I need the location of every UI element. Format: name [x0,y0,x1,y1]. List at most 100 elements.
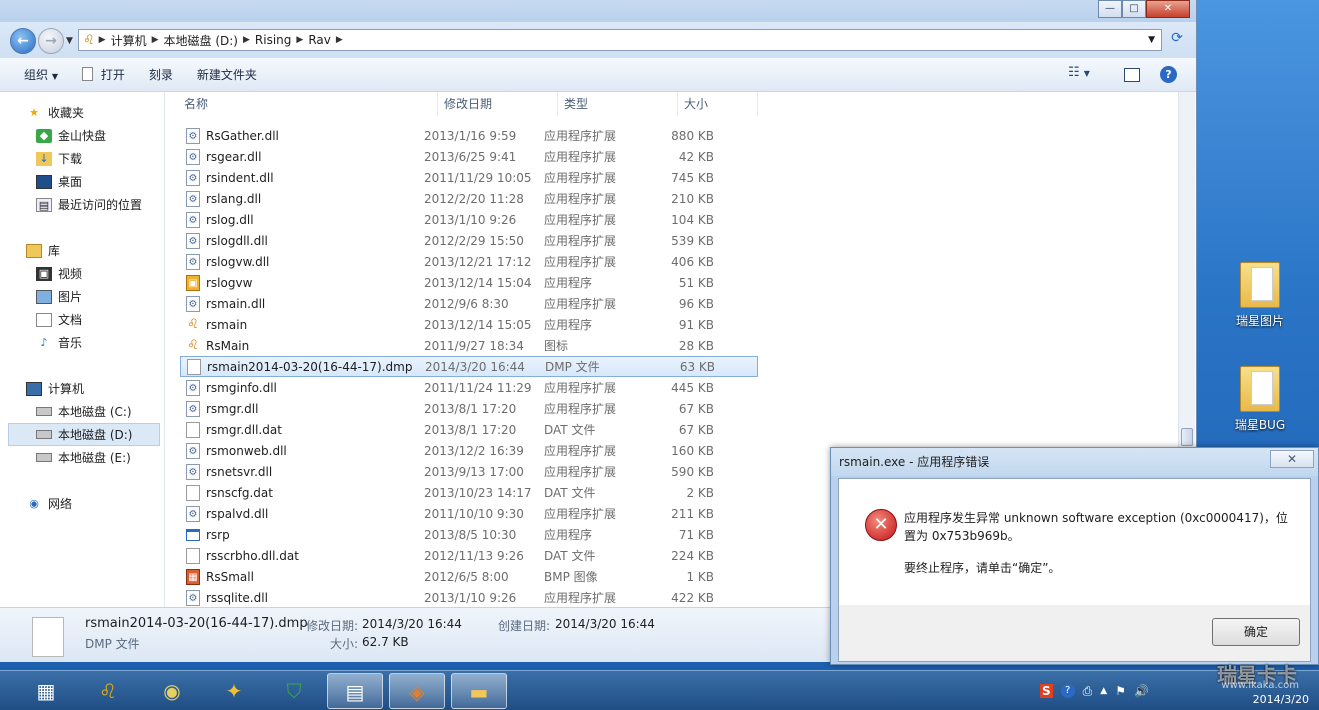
file-row[interactable]: rsmgr.dll.dat 2013/8/1 17:20 DAT 文件 67 KB [180,419,758,440]
file-row[interactable]: ⚙ RsGather.dll 2013/1/16 9:59 应用程序扩展 880 KB [180,125,758,146]
chevron-right-icon[interactable]: ▶ [336,35,343,45]
burn-button[interactable]: 刻录 [137,66,185,83]
taskbar-explorer-folder-icon[interactable]: ▬ [451,673,507,709]
organize-button[interactable]: 组织 ▼ [0,66,70,83]
breadcrumb-computer[interactable]: 计算机 [106,32,152,49]
file-row[interactable]: ⚙ rsmonweb.dll 2013/12/2 16:39 应用程序扩展 160 KB [180,440,758,461]
chevron-right-icon[interactable]: ▶ [243,35,250,45]
file-row[interactable]: ⚙ rsgear.dll 2013/6/25 9:41 应用程序扩展 42 KB [180,146,758,167]
column-header-date[interactable]: 修改日期 [438,92,558,116]
preview-pane-icon[interactable] [1124,68,1140,82]
details-size-value: 62.7 KB [362,635,409,649]
help-icon[interactable]: ? [1160,66,1177,83]
nav-network[interactable]: ◉ 网络 [0,492,164,515]
file-type: 应用程序 [544,318,593,332]
nav-pictures[interactable]: 图片 [0,285,164,308]
dialog-close-button[interactable]: ✕ [1270,450,1314,468]
file-row[interactable]: ▣ rslogvw 2013/12/14 15:04 应用程序 51 KB [180,272,758,293]
desktop-icon-rising-bug[interactable]: 瑞星BUG [1220,366,1300,433]
nav-recent-places[interactable]: ▤ 最近访问的位置 [0,193,164,216]
file-row[interactable]: ⚙ rsmgr.dll 2013/8/1 17:20 应用程序扩展 67 KB [180,398,758,419]
sogou-input-icon[interactable]: S [1040,684,1053,698]
file-row[interactable]: ⚙ rslog.dll 2013/1/10 9:26 应用程序扩展 104 KB [180,209,758,230]
bird-icon[interactable]: ✦ [206,673,262,709]
back-button[interactable]: ← [10,28,36,54]
lion-icon[interactable]: ♌ [80,673,136,709]
file-row[interactable]: ⚙ rslogvw.dll 2013/12/21 17:12 应用程序扩展 406 KB [180,251,758,272]
address-bar[interactable]: ♌ ▶ 计算机 ▶ 本地磁盘 (D:) ▶ Rising ▶ Rav ▶ ▼ [78,29,1162,51]
network-status-icon[interactable]: ⎙ [1083,684,1093,699]
nav-favorites[interactable]: ★ 收藏夹 [0,101,164,124]
nav-music[interactable]: ♪ 音乐 [0,331,164,354]
file-row[interactable]: ⚙ rsmginfo.dll 2011/11/24 11:29 应用程序扩展 445 K… [180,377,758,398]
ok-button[interactable]: 确定 [1212,618,1300,646]
file-row[interactable]: ♌ rsmain 2013/12/14 15:05 应用程序 91 KB [180,314,758,335]
column-header-name[interactable]: 名称 [178,92,438,116]
shield-icon[interactable]: ⛉ [266,673,322,709]
file-type: 应用程序扩展 [544,465,617,479]
address-history-dropdown-icon[interactable]: ▼ [1148,35,1155,45]
action-center-flag-icon[interactable]: ⚑ [1115,684,1126,698]
nav-drive-c[interactable]: 本地磁盘 (C:) [0,400,164,423]
clock[interactable]: 2014/3/20 [1253,691,1309,709]
file-row[interactable]: ⚙ rsindent.dll 2011/11/29 10:05 应用程序扩展 745 K… [180,167,758,188]
nav-videos[interactable]: ▣ 视频 [0,262,164,285]
close-button[interactable]: ✕ [1146,0,1190,18]
file-row[interactable]: ▦ RsSmall 2012/6/5 8:00 BMP 图像 1 KB [180,566,758,587]
dll-file-icon: ⚙ [186,463,200,480]
file-row[interactable]: rsrp 2013/8/5 10:30 应用程序 71 KB [180,524,758,545]
start-button-icon[interactable]: ▦ [18,673,74,709]
nav-libraries[interactable]: 库 [0,239,164,262]
file-row[interactable]: ⚙ rslogdll.dll 2012/2/29 15:50 应用程序扩展 539 KB [180,230,758,251]
file-row[interactable]: rsnscfg.dat 2013/10/23 14:17 DAT 文件 2 KB [180,482,758,503]
desktop-icon-rising-pictures[interactable]: 瑞星图片 [1220,262,1300,329]
nav-drive-d[interactable]: 本地磁盘 (D:) [8,423,160,446]
breadcrumb-drive-d[interactable]: 本地磁盘 (D:) [159,32,243,49]
file-date: 2012/2/29 15:50 [424,233,524,248]
open-button[interactable]: 打开 [70,66,137,83]
tray-expand-icon[interactable]: ▲ [1100,686,1107,696]
nav-kingsoft[interactable]: ◆ 金山快盘 [0,124,164,147]
view-options-icon[interactable]: ☷ ▼ [1068,65,1090,80]
forward-button[interactable]: → [38,28,64,54]
recent-pages-dropdown-icon[interactable]: ▼ [66,36,73,46]
title-bar[interactable]: — □ ✕ [0,0,1196,22]
column-header-type[interactable]: 类型 [558,92,678,116]
chevron-right-icon[interactable]: ▶ [152,35,159,45]
file-row[interactable]: rsmain2014-03-20(16-44-17).dmp 2014/3/20 … [180,356,758,377]
nav-downloads[interactable]: ↓ 下载 [0,147,164,170]
folder-icon [1240,366,1280,412]
dll-file-icon: ⚙ [186,253,200,270]
column-header-size[interactable]: 大小 [678,92,758,116]
nav-computer[interactable]: 计算机 [0,377,164,400]
breadcrumb-rising[interactable]: Rising [250,33,296,47]
dll-file-icon: ⚙ [186,148,200,165]
file-row[interactable]: ♌ RsMain 2011/9/27 18:34 图标 28 KB [180,335,758,356]
refresh-icon[interactable]: ⟳ [1166,30,1188,50]
file-row[interactable]: ⚙ rsmain.dll 2012/9/6 8:30 应用程序扩展 96 KB [180,293,758,314]
file-row[interactable]: ⚙ rslang.dll 2012/2/20 11:28 应用程序扩展 210 KB [180,188,758,209]
scrollbar-thumb[interactable] [1181,428,1193,446]
file-row[interactable]: ⚙ rsnetsvr.dll 2013/9/13 17:00 应用程序扩展 590 KB [180,461,758,482]
file-name-cell: rsmain2014-03-20(16-44-17).dmp [181,358,425,375]
file-row[interactable]: rsscrbho.dll.dat 2012/11/13 9:26 DAT 文件 224… [180,545,758,566]
rising-assistant-icon[interactable]: ◉ [144,673,200,709]
breadcrumb-rav[interactable]: Rav [303,33,336,47]
file-row[interactable]: ⚙ rssqlite.dll 2013/1/10 9:26 应用程序扩展 422 KB [180,587,758,607]
new-folder-button[interactable]: 新建文件夹 [185,66,269,83]
volume-icon[interactable]: 🔊 [1134,684,1149,698]
maximize-button[interactable]: □ [1122,0,1146,18]
taskbar-app-image-icon[interactable]: ◈ [389,673,445,709]
file-type: 应用程序扩展 [544,150,617,164]
dialog-title[interactable]: rsmain.exe - 应用程序错误 [831,448,1318,476]
nav-documents[interactable]: 文档 [0,308,164,331]
chevron-right-icon[interactable]: ▶ [95,35,106,45]
nav-label: 网络 [48,497,73,511]
chevron-right-icon[interactable]: ▶ [296,35,303,45]
minimize-button[interactable]: — [1098,0,1122,18]
nav-drive-e[interactable]: 本地磁盘 (E:) [0,446,164,469]
nav-desktop[interactable]: 桌面 [0,170,164,193]
taskbar-app-window-icon[interactable]: ▤ [327,673,383,709]
file-row[interactable]: ⚙ rspalvd.dll 2011/10/10 9:30 应用程序扩展 211 KB [180,503,758,524]
help-icon[interactable]: ? [1060,684,1075,698]
